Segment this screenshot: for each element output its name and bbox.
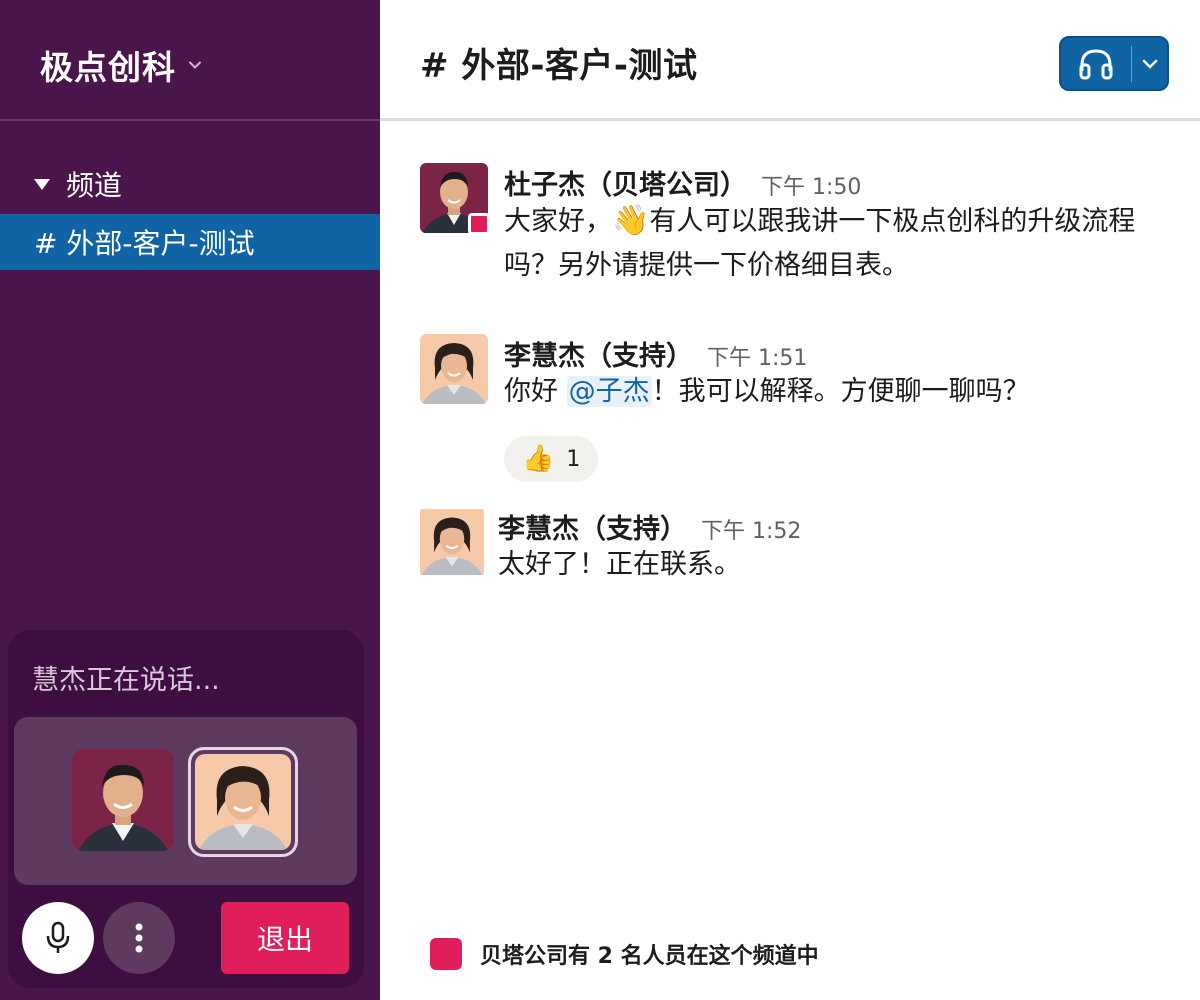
- organization-badge-icon: [430, 938, 462, 970]
- message-text: 太好了！正在联系。: [498, 549, 741, 580]
- channels-section-header[interactable]: 频道: [34, 162, 122, 206]
- huddle-options-button[interactable]: [1132, 38, 1167, 89]
- message-author[interactable]: 李慧杰（支持）: [498, 507, 687, 546]
- message-body: 李慧杰（支持） 下午 1:52 太好了！正在联系。: [498, 507, 1168, 587]
- headphones-icon: [1079, 48, 1113, 79]
- reaction-pill[interactable]: 👍 1: [504, 436, 599, 482]
- huddle-stage: [14, 717, 357, 885]
- message-body: 李慧杰（支持） 下午 1:51 你好 @子杰！我可以解释。方便聊一聊吗？ 👍 1: [504, 334, 1174, 482]
- leave-huddle-button[interactable]: 退出: [221, 902, 349, 974]
- message: 杜子杰（贝塔公司） 下午 1:50 大家好，👋有人可以跟我讲一下极点创科的升级流…: [420, 163, 1180, 293]
- avatar[interactable]: [420, 334, 488, 404]
- chevron-down-icon: [189, 61, 201, 69]
- page-title[interactable]: # 外部-客户-测试: [420, 38, 698, 87]
- presence-icon: [468, 213, 490, 235]
- workspace-switcher[interactable]: 极点创科: [40, 40, 202, 90]
- message-author[interactable]: 李慧杰（支持）: [504, 334, 693, 373]
- message-author[interactable]: 杜子杰（贝塔公司）: [504, 163, 747, 202]
- start-huddle-button[interactable]: [1061, 38, 1131, 89]
- message-text: 你好 @子杰！我可以解释。方便聊一聊吗？: [504, 376, 1030, 407]
- external-members-notice: 贝塔公司有 2 名人员在这个频道中: [430, 938, 819, 970]
- huddle-button[interactable]: [1059, 36, 1169, 91]
- message-timestamp[interactable]: 下午 1:50: [761, 169, 861, 201]
- channel-header: # 外部-客户-测试: [380, 0, 1200, 121]
- reaction-count: 1: [566, 446, 581, 472]
- sidebar-divider: [0, 119, 380, 121]
- message-timestamp[interactable]: 下午 1:51: [707, 340, 807, 372]
- message-body: 杜子杰（贝塔公司） 下午 1:50 大家好，👋有人可以跟我讲一下极点创科的升级流…: [504, 163, 1174, 288]
- caret-down-icon: [34, 178, 50, 190]
- message-text: 大家好，👋有人可以跟我讲一下极点创科的升级流程吗？另外请提供一下价格细目表。: [504, 203, 1136, 281]
- sidebar-item-channel[interactable]: # 外部-客户-测试: [0, 214, 380, 270]
- channel-view: # 外部-客户-测试 杜子杰（贝塔公司） 下午 1:50 大家好，👋有人可以跟我…: [380, 0, 1200, 1000]
- more-vertical-icon: [135, 923, 143, 953]
- mute-button[interactable]: [22, 902, 94, 974]
- message: 李慧杰（支持） 下午 1:51 你好 @子杰！我可以解释。方便聊一聊吗？ 👍 1: [420, 334, 1180, 484]
- microphone-icon: [46, 921, 70, 953]
- notice-text: 贝塔公司有 2 名人员在这个频道中: [480, 944, 819, 969]
- chevron-down-icon: [1142, 59, 1157, 69]
- workspace-name: 极点创科: [40, 48, 176, 87]
- huddle-panel: 慧杰正在说话... 退出: [8, 630, 364, 988]
- thumbs-up-icon: 👍: [522, 444, 555, 474]
- avatar: [72, 749, 174, 851]
- section-label: 频道: [66, 169, 123, 202]
- avatar[interactable]: [420, 507, 484, 577]
- message-timestamp[interactable]: 下午 1:52: [701, 513, 801, 545]
- huddle-controls: 退出: [22, 902, 352, 974]
- huddle-status: 慧杰正在说话...: [32, 665, 220, 696]
- sidebar: 极点创科 频道 # 外部-客户-测试 慧杰正在说话... 退出: [0, 0, 380, 1000]
- avatar-active-speaker: [188, 747, 298, 857]
- user-mention[interactable]: @子杰: [566, 376, 652, 407]
- more-options-button[interactable]: [103, 902, 175, 974]
- message: 李慧杰（支持） 下午 1:52 太好了！正在联系。: [420, 507, 1180, 597]
- waving-hand-emoji: 👋: [612, 203, 650, 238]
